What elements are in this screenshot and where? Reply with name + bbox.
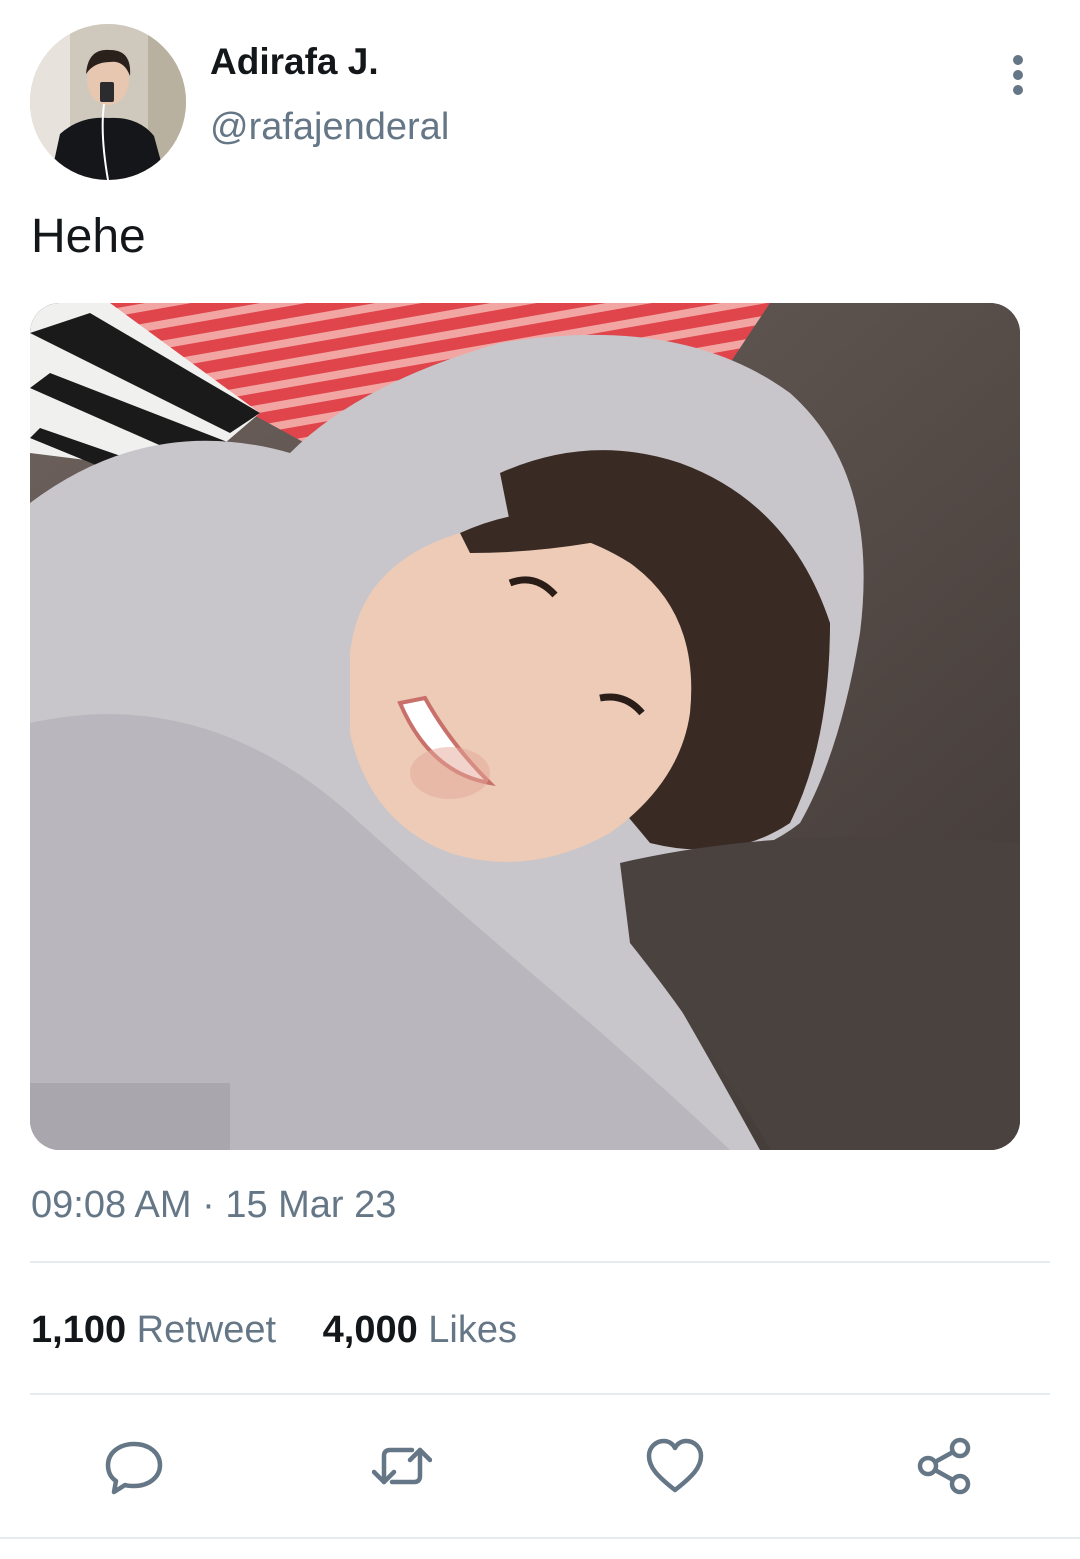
engagement-stats: 1,100 Retweet 4,000 Likes [31, 1306, 553, 1354]
heart-icon [646, 1438, 704, 1493]
tweet-text: Hehe [31, 210, 146, 263]
share-icon [917, 1437, 971, 1495]
tweet-media-photo[interactable] [30, 303, 1020, 1150]
display-name[interactable]: Adirafa J. [210, 40, 379, 84]
retweet-stat[interactable]: 1,100 Retweet [31, 1306, 276, 1354]
more-vertical-icon [1013, 55, 1023, 95]
likes-label: Likes [428, 1309, 517, 1351]
reply-button[interactable] [104, 1436, 164, 1496]
retweet-count: 1,100 [31, 1309, 127, 1351]
photo-image [30, 303, 1020, 1150]
reply-icon [105, 1441, 163, 1495]
share-button[interactable] [914, 1436, 974, 1496]
divider [0, 1537, 1080, 1539]
more-options-button[interactable] [996, 50, 1040, 100]
likes-count: 4,000 [322, 1309, 418, 1351]
tweet-timestamp[interactable]: 09:08 AM · 15 Mar 23 [31, 1182, 396, 1228]
divider [30, 1393, 1050, 1395]
retweet-button[interactable] [372, 1436, 432, 1496]
likes-stat[interactable]: 4,000 Likes [323, 1306, 517, 1354]
like-button[interactable] [645, 1436, 705, 1496]
avatar-photo [30, 24, 186, 180]
avatar[interactable] [30, 24, 186, 180]
retweet-label: Retweet [136, 1309, 277, 1351]
retweet-icon [372, 1447, 432, 1485]
divider [30, 1261, 1050, 1263]
user-handle[interactable]: @rafajenderal [210, 104, 449, 150]
